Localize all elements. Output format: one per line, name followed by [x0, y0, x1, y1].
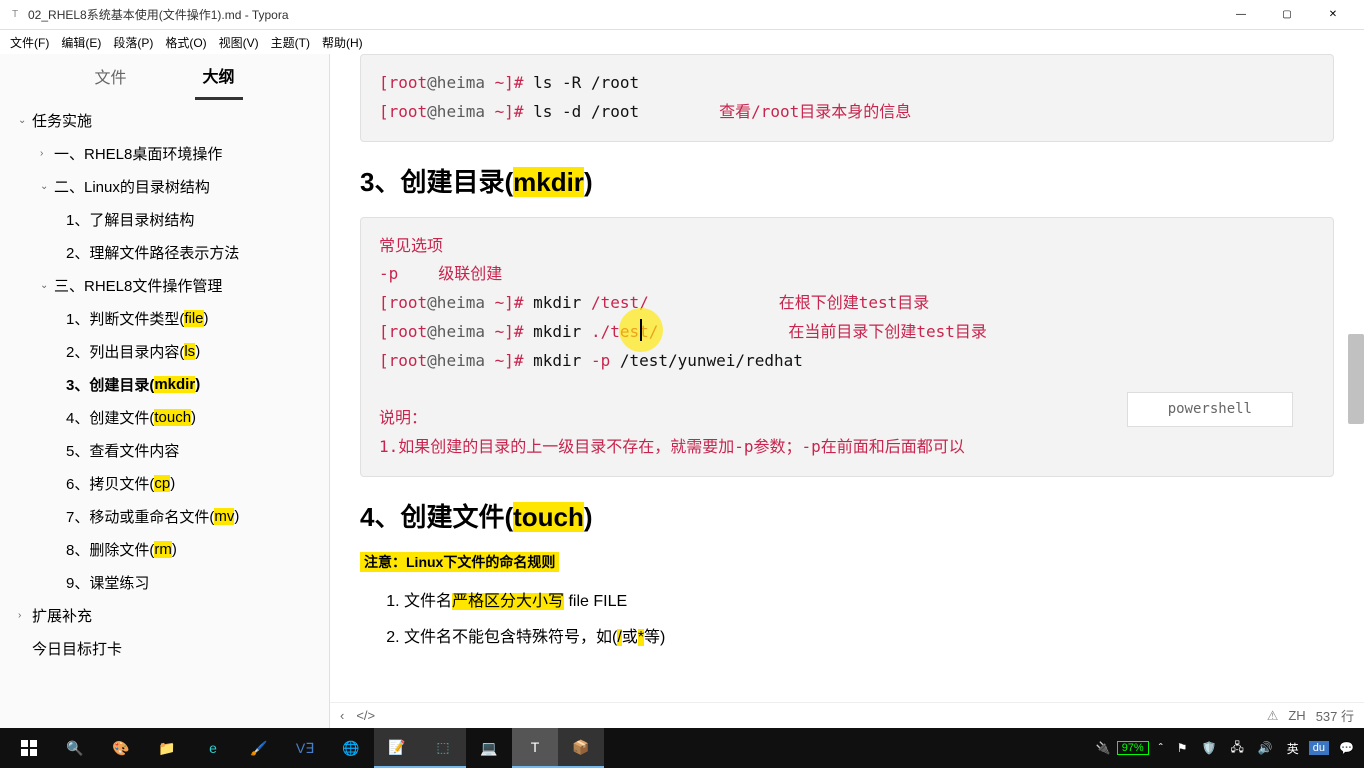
chevron-right-icon: › — [40, 148, 54, 159]
spell-lang[interactable]: ZH — [1288, 708, 1305, 723]
taskbar-edge[interactable]: e — [190, 728, 236, 768]
code-block-ls[interactable]: [root@heima ~]# ls -R /root [root@heima … — [360, 54, 1334, 142]
title-bar: T 02_RHEL8系统基本使用(文件操作1).md - Typora — ▢ … — [0, 0, 1364, 30]
tray-chevron-icon[interactable]: ˆ — [1155, 741, 1167, 755]
taskbar-app[interactable]: ⬚ — [420, 728, 466, 768]
outline-item[interactable]: 2、列出目录内容(ls) — [0, 335, 329, 368]
taskbar-app[interactable]: 📝 — [374, 728, 420, 768]
outline-item[interactable]: 5、查看文件内容 — [0, 434, 329, 467]
chevron-down-icon: ⌄ — [18, 115, 32, 126]
taskbar[interactable]: 🔍 🎨 📁 e 🖌️ V∃ 🌐 📝 ⬚ 💻 T 📦 🔌 97% ˆ ⚑ 🛡️ 🖧… — [0, 728, 1364, 768]
maximize-button[interactable]: ▢ — [1264, 0, 1310, 30]
taskbar-visio[interactable]: V∃ — [282, 728, 328, 768]
outline-item[interactable]: 9、课堂练习 — [0, 566, 329, 599]
warning-icon[interactable]: ⚠ — [1267, 708, 1279, 724]
taskbar-chrome[interactable]: 🌐 — [328, 728, 374, 768]
outline-item-active[interactable]: 3、创建目录(mkdir) — [0, 368, 329, 401]
menu-file[interactable]: 文件(F) — [4, 32, 55, 53]
taskbar-app[interactable]: 🎨 — [98, 728, 144, 768]
editor-content[interactable]: [root@heima ~]# ls -R /root [root@heima … — [330, 54, 1364, 728]
outline-item[interactable]: ⌄三、RHEL8文件操作管理 — [0, 269, 329, 302]
source-code-icon[interactable]: </> — [356, 708, 375, 723]
chevron-down-icon: ⌄ — [40, 181, 54, 192]
back-icon[interactable]: ‹ — [340, 708, 344, 723]
status-bar: ‹ </> ⚠ ZH 537 行 — [330, 702, 1364, 728]
editor-area[interactable]: [root@heima ~]# ls -R /root [root@heima … — [330, 54, 1364, 728]
tray-notifications-icon[interactable]: 💬 — [1335, 741, 1358, 755]
taskbar-vm[interactable]: 📦 — [558, 728, 604, 768]
heading-touch[interactable]: 4、创建文件(touch) — [360, 497, 1334, 534]
tray-ime-brand[interactable]: du — [1309, 741, 1329, 755]
outline-item[interactable]: 7、移动或重命名文件(mv) — [0, 500, 329, 533]
menu-view[interactable]: 视图(V) — [213, 32, 265, 53]
menu-theme[interactable]: 主题(T) — [265, 32, 316, 53]
close-button[interactable]: ✕ — [1310, 0, 1356, 30]
taskbar-app[interactable]: 🖌️ — [236, 728, 282, 768]
taskbar-app[interactable]: 💻 — [466, 728, 512, 768]
battery-indicator[interactable]: 97% — [1117, 741, 1149, 755]
system-tray[interactable]: 🔌 97% ˆ ⚑ 🛡️ 🖧 🔊 英 du 💬 — [1096, 738, 1358, 759]
menu-help[interactable]: 帮助(H) — [316, 32, 369, 53]
outline-item[interactable]: 6、拷贝文件(cp) — [0, 467, 329, 500]
menu-edit[interactable]: 编辑(E) — [55, 32, 107, 53]
chevron-down-icon: ⌄ — [40, 280, 54, 291]
app-icon: T — [8, 8, 22, 22]
outline-item[interactable]: 今日目标打卡 — [0, 632, 329, 665]
outline-item[interactable]: ⌄二、Linux的目录树结构 — [0, 170, 329, 203]
code-block-mkdir[interactable]: 常见选项 -p级联创建 [root@heima ~]# mkdir /test/… — [360, 217, 1334, 477]
tray-volume-icon[interactable]: 🔊 — [1254, 741, 1277, 755]
workspace: 文件 大纲 ⌄任务实施 ›一、RHEL8桌面环境操作 ⌄二、Linux的目录树结… — [0, 54, 1364, 728]
chevron-right-icon: › — [18, 610, 32, 621]
rules-list[interactable]: 文件名严格区分大小写 file FILE 文件名不能包含特殊符号，如(/或*等) — [404, 586, 1334, 654]
outline-item[interactable]: ›一、RHEL8桌面环境操作 — [0, 137, 329, 170]
outline-item[interactable]: 2、理解文件路径表示方法 — [0, 236, 329, 269]
tray-icon: 🛡️ — [1197, 741, 1220, 755]
outline-tree[interactable]: ⌄任务实施 ›一、RHEL8桌面环境操作 ⌄二、Linux的目录树结构 1、了解… — [0, 98, 329, 728]
outline-item[interactable]: ›扩展补充 — [0, 599, 329, 632]
line-count[interactable]: 537 行 — [1316, 706, 1354, 725]
scrollbar-thumb[interactable] — [1348, 334, 1364, 424]
outline-item[interactable]: 8、删除文件(rm) — [0, 533, 329, 566]
taskbar-typora[interactable]: T — [512, 728, 558, 768]
code-language-selector[interactable]: powershell — [1127, 392, 1293, 427]
power-icon[interactable]: 🔌 — [1096, 741, 1111, 755]
list-item[interactable]: 文件名不能包含特殊符号，如(/或*等) — [404, 622, 1334, 654]
window-title: 02_RHEL8系统基本使用(文件操作1).md - Typora — [28, 6, 1218, 23]
search-icon[interactable]: 🔍 — [52, 728, 98, 768]
list-item[interactable]: 文件名严格区分大小写 file FILE — [404, 586, 1334, 618]
menu-bar: 文件(F) 编辑(E) 段落(P) 格式(O) 视图(V) 主题(T) 帮助(H… — [0, 30, 1364, 54]
sidebar-tabs: 文件 大纲 — [0, 54, 329, 98]
outline-item[interactable]: ⌄任务实施 — [0, 104, 329, 137]
taskbar-app[interactable]: 📁 — [144, 728, 190, 768]
sidebar: 文件 大纲 ⌄任务实施 ›一、RHEL8桌面环境操作 ⌄二、Linux的目录树结… — [0, 54, 330, 728]
notice-line[interactable]: 注意：Linux下文件的命名规则 — [360, 552, 1334, 572]
window-controls: — ▢ ✕ — [1218, 0, 1356, 30]
outline-item[interactable]: 1、了解目录树结构 — [0, 203, 329, 236]
minimize-button[interactable]: — — [1218, 0, 1264, 30]
tray-ime-lang[interactable]: 英 — [1283, 740, 1303, 757]
menu-format[interactable]: 格式(O) — [159, 32, 212, 53]
tray-icon: ⚑ — [1173, 741, 1192, 755]
outline-item[interactable]: 1、判断文件类型(file) — [0, 302, 329, 335]
start-button[interactable] — [6, 728, 52, 768]
tray-network-icon[interactable]: 🖧 — [1226, 738, 1247, 759]
outline-item[interactable]: 4、创建文件(touch) — [0, 401, 329, 434]
heading-mkdir[interactable]: 3、创建目录(mkdir) — [360, 162, 1334, 199]
tab-file[interactable]: 文件 — [86, 54, 134, 98]
tab-outline[interactable]: 大纲 — [195, 53, 243, 100]
menu-paragraph[interactable]: 段落(P) — [107, 32, 159, 53]
